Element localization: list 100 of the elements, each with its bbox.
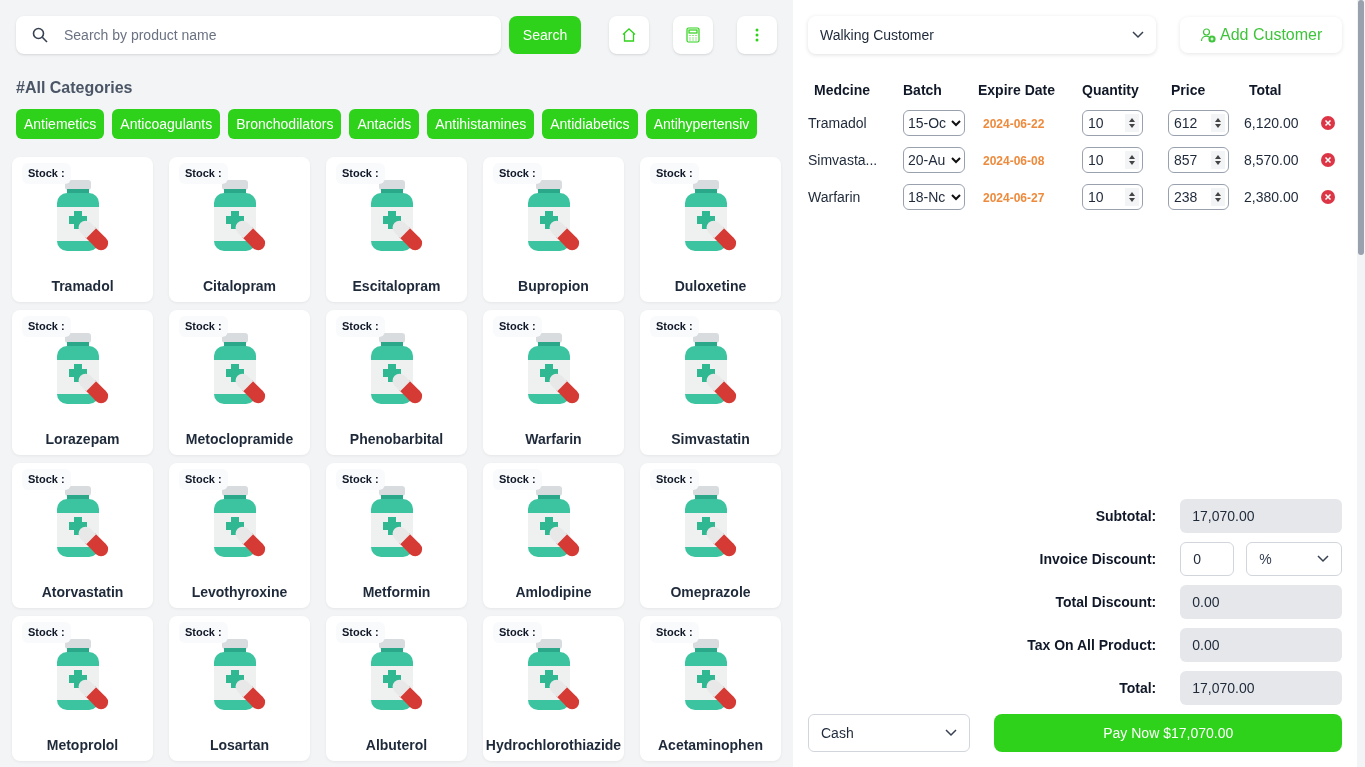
payment-method-select[interactable]: Cash bbox=[808, 714, 971, 752]
home-button[interactable] bbox=[609, 16, 649, 54]
product-name: Lorazepam bbox=[45, 430, 120, 449]
stock-label: Stock : bbox=[336, 469, 385, 490]
stock-label: Stock : bbox=[493, 469, 542, 490]
product-card[interactable]: Stock : Hydrochlorothiazide bbox=[483, 616, 624, 761]
discount-type-select[interactable]: % bbox=[1246, 542, 1342, 576]
product-card[interactable]: Stock : Bupropion bbox=[483, 157, 624, 302]
product-card[interactable]: Stock : Metoclopramide bbox=[169, 310, 310, 455]
stock-label: Stock : bbox=[493, 622, 542, 643]
column-header: Medcine bbox=[814, 81, 870, 98]
stock-label: Stock : bbox=[336, 622, 385, 643]
stock-label: Stock : bbox=[22, 622, 71, 643]
spinner-icon bbox=[1214, 117, 1222, 129]
spinner-icon bbox=[1128, 191, 1136, 203]
number-field[interactable]: 10 bbox=[1082, 184, 1143, 210]
categories-heading: #All Categories bbox=[16, 78, 133, 98]
product-card[interactable]: Stock : Lorazepam bbox=[12, 310, 153, 455]
product-card[interactable]: Stock : Duloxetine bbox=[640, 157, 781, 302]
product-card[interactable]: Stock : Phenobarbital bbox=[326, 310, 467, 455]
line-total: 8,570.00 bbox=[1244, 151, 1299, 168]
column-header: Batch bbox=[903, 81, 942, 98]
line-total: 6,120.00 bbox=[1244, 114, 1299, 131]
spinner-icon bbox=[1128, 117, 1136, 129]
number-field[interactable]: 238 bbox=[1168, 184, 1229, 210]
number-field[interactable]: 612 bbox=[1168, 110, 1229, 136]
remove-icon[interactable] bbox=[1321, 116, 1335, 130]
product-card[interactable]: Stock : Losartan bbox=[169, 616, 310, 761]
expire-date: 2024-06-22 bbox=[983, 116, 1045, 131]
customer-select[interactable]: Walking Customer bbox=[808, 16, 1157, 54]
search-field[interactable]: Search by product name bbox=[16, 16, 501, 54]
number-field[interactable]: 857 bbox=[1168, 147, 1229, 173]
summary-label: Total: bbox=[1119, 678, 1157, 698]
add-user-icon bbox=[1200, 27, 1217, 43]
stock-label: Stock : bbox=[179, 622, 228, 643]
product-card[interactable]: Stock : Albuterol bbox=[326, 616, 467, 761]
spinner-icon bbox=[1214, 191, 1222, 203]
product-card[interactable]: Stock : Metformin bbox=[326, 463, 467, 608]
product-name: Amlodipine bbox=[515, 583, 592, 602]
product-card[interactable]: Stock : Omeprazole bbox=[640, 463, 781, 608]
batch-select[interactable]: 20-Au bbox=[903, 147, 965, 173]
more-options-button[interactable] bbox=[737, 16, 777, 54]
column-header: Total bbox=[1249, 81, 1282, 98]
stock-label: Stock : bbox=[650, 469, 699, 490]
product-card[interactable]: Stock : Amlodipine bbox=[483, 463, 624, 608]
product-name: Hydrochlorothiazide bbox=[485, 736, 622, 755]
search-icon bbox=[32, 27, 48, 43]
column-header: Price bbox=[1171, 81, 1206, 98]
medicine-name: Simvasta... bbox=[808, 151, 878, 168]
calculator-icon bbox=[686, 27, 700, 43]
product-name: Warfarin bbox=[525, 430, 582, 449]
chevron-down-icon bbox=[945, 729, 958, 737]
readonly-field: 17,070.00 bbox=[1180, 499, 1342, 533]
number-field[interactable]: 10 bbox=[1082, 110, 1143, 136]
remove-icon[interactable] bbox=[1321, 153, 1335, 167]
product-name: Omeprazole bbox=[670, 583, 751, 602]
product-name: Losartan bbox=[209, 736, 270, 755]
product-card[interactable]: Stock : Warfarin bbox=[483, 310, 624, 455]
stock-label: Stock : bbox=[179, 163, 228, 184]
discount-field[interactable]: 0 bbox=[1180, 542, 1235, 576]
product-card[interactable]: Stock : Citalopram bbox=[169, 157, 310, 302]
calculator-button[interactable] bbox=[673, 16, 713, 54]
summary-label: Subtotal: bbox=[1095, 506, 1157, 526]
batch-select[interactable]: 18-Nc bbox=[903, 184, 965, 210]
product-name: Citalopram bbox=[202, 277, 277, 296]
readonly-field: 17,070.00 bbox=[1180, 671, 1342, 705]
home-icon bbox=[621, 27, 637, 43]
stock-label: Stock : bbox=[493, 163, 542, 184]
readonly-field: 0.00 bbox=[1180, 628, 1342, 662]
stock-label: Stock : bbox=[650, 622, 699, 643]
product-card[interactable]: Stock : Metoprolol bbox=[12, 616, 153, 761]
expire-date: 2024-06-08 bbox=[983, 153, 1045, 168]
product-name: Albuterol bbox=[365, 736, 428, 755]
product-name: Tramadol bbox=[51, 277, 114, 296]
product-card[interactable]: Stock : Acetaminophen bbox=[640, 616, 781, 761]
product-name: Phenobarbital bbox=[349, 430, 444, 449]
summary-label: Tax On All Product: bbox=[1027, 635, 1157, 655]
number-field[interactable]: 10 bbox=[1082, 147, 1143, 173]
product-card[interactable]: Stock : Simvastatin bbox=[640, 310, 781, 455]
column-header: Quantity bbox=[1082, 81, 1139, 98]
spinner-icon bbox=[1128, 154, 1136, 166]
stock-label: Stock : bbox=[650, 163, 699, 184]
product-name: Acetaminophen bbox=[658, 736, 763, 755]
chevron-down-icon bbox=[951, 119, 961, 127]
product-card[interactable]: Stock : Tramadol bbox=[12, 157, 153, 302]
summary-label: Invoice Discount: bbox=[1039, 549, 1157, 569]
remove-icon[interactable] bbox=[1321, 190, 1335, 204]
chevron-down-icon bbox=[1317, 555, 1329, 563]
stock-label: Stock : bbox=[179, 469, 228, 490]
batch-select[interactable]: 15-Oc bbox=[903, 110, 965, 136]
product-card[interactable]: Stock : Escitalopram bbox=[326, 157, 467, 302]
product-card[interactable]: Stock : Atorvastatin bbox=[12, 463, 153, 608]
stock-label: Stock : bbox=[179, 316, 228, 337]
stock-label: Stock : bbox=[650, 316, 699, 337]
stock-label: Stock : bbox=[336, 163, 385, 184]
chevron-down-icon bbox=[951, 156, 961, 164]
summary-label: Total Discount: bbox=[1055, 592, 1157, 612]
product-name: Metoclopramide bbox=[185, 430, 294, 449]
stock-label: Stock : bbox=[22, 316, 71, 337]
product-card[interactable]: Stock : Levothyroxine bbox=[169, 463, 310, 608]
